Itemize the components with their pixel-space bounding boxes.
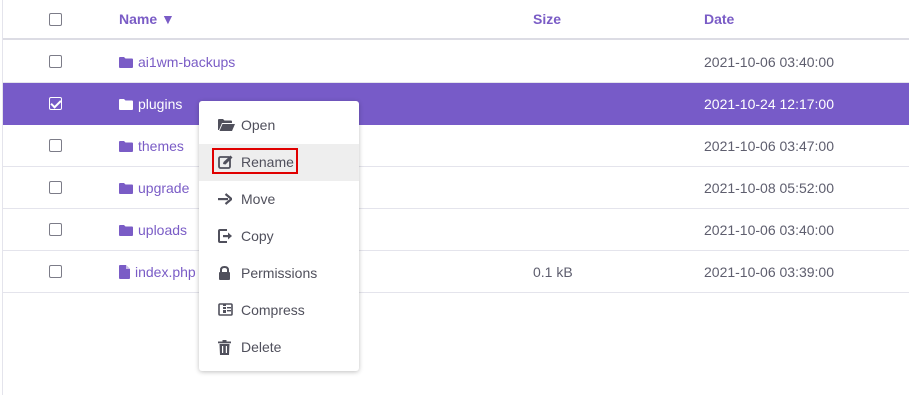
row-checkbox[interactable] — [49, 181, 62, 194]
folder-icon — [119, 140, 133, 152]
table-row[interactable]: themes 2021-10-06 03:47:00 — [3, 125, 909, 167]
file-size: 0.1 kB — [533, 264, 573, 280]
file-date: 2021-10-08 05:52:00 — [704, 180, 834, 196]
menu-item-rename[interactable]: Rename — [199, 144, 359, 181]
row-checkbox[interactable] — [49, 223, 62, 236]
menu-item-delete[interactable]: Delete — [199, 329, 359, 366]
folder-icon — [119, 224, 133, 236]
trash-icon — [218, 340, 234, 356]
row-checkbox[interactable] — [49, 97, 62, 110]
size-column-header[interactable]: Size — [533, 11, 561, 27]
file-date: 2021-10-24 12:17:00 — [704, 96, 834, 112]
folder-icon — [119, 56, 133, 68]
folder-open-icon — [218, 118, 235, 134]
archive-icon — [218, 303, 234, 319]
file-name-link[interactable]: ai1wm-backups — [119, 54, 235, 70]
table-header: Name ▼ Size Date — [3, 0, 909, 40]
file-date: 2021-10-06 03:40:00 — [704, 222, 834, 238]
menu-item-open[interactable]: Open — [199, 107, 359, 144]
date-column-header[interactable]: Date — [704, 11, 734, 27]
folder-icon — [119, 98, 133, 110]
file-name-label: uploads — [138, 222, 188, 238]
file-name-link[interactable]: plugins — [119, 96, 182, 112]
arrow-right-icon — [218, 192, 234, 208]
file-name-link[interactable]: uploads — [119, 222, 187, 238]
menu-item-label: Rename — [241, 154, 294, 170]
table-row[interactable]: plugins 2021-10-24 12:17:00 — [3, 83, 909, 125]
table-row[interactable]: index.php 0.1 kB 2021-10-06 03:39:00 — [3, 251, 909, 293]
file-icon — [119, 265, 130, 279]
file-name-label: plugins — [138, 96, 183, 112]
menu-item-label: Permissions — [241, 265, 318, 281]
table-row[interactable]: ai1wm-backups 2021-10-06 03:40:00 — [3, 41, 909, 83]
menu-item-compress[interactable]: Compress — [199, 292, 359, 329]
row-checkbox[interactable] — [49, 55, 62, 68]
row-checkbox[interactable] — [49, 265, 62, 278]
select-all-checkbox[interactable] — [49, 13, 62, 26]
menu-item-label: Compress — [241, 302, 305, 318]
folder-icon — [119, 182, 133, 194]
file-name-link[interactable]: index.php — [119, 264, 196, 280]
menu-item-permissions[interactable]: Permissions — [199, 255, 359, 292]
menu-item-label: Copy — [241, 228, 274, 244]
file-manager: Name ▼ Size Date ai1wm-backups 2021-10-0… — [2, 0, 909, 395]
name-column-header[interactable]: Name ▼ — [119, 11, 175, 27]
edit-icon — [218, 155, 234, 171]
context-menu: Open Rename Move Copy Permissions Compre… — [199, 101, 359, 371]
file-date: 2021-10-06 03:40:00 — [704, 54, 834, 70]
table-row[interactable]: upgrade 2021-10-08 05:52:00 — [3, 167, 909, 209]
lock-icon — [218, 265, 234, 282]
menu-item-label: Delete — [241, 339, 282, 355]
table-row[interactable]: uploads 2021-10-06 03:40:00 — [3, 209, 909, 251]
file-date: 2021-10-06 03:47:00 — [704, 138, 834, 154]
file-name-link[interactable]: themes — [119, 138, 184, 154]
file-name-label: ai1wm-backups — [138, 54, 236, 70]
file-name-link[interactable]: upgrade — [119, 180, 189, 196]
menu-item-label: Open — [241, 117, 276, 133]
row-checkbox[interactable] — [49, 139, 62, 152]
file-name-label: themes — [138, 138, 184, 154]
menu-item-copy[interactable]: Copy — [199, 218, 359, 255]
file-name-label: upgrade — [138, 180, 190, 196]
menu-item-move[interactable]: Move — [199, 181, 359, 218]
menu-item-label: Move — [241, 191, 276, 207]
file-date: 2021-10-06 03:39:00 — [704, 264, 834, 280]
copy-icon — [218, 229, 234, 245]
file-name-label: index.php — [135, 264, 196, 280]
